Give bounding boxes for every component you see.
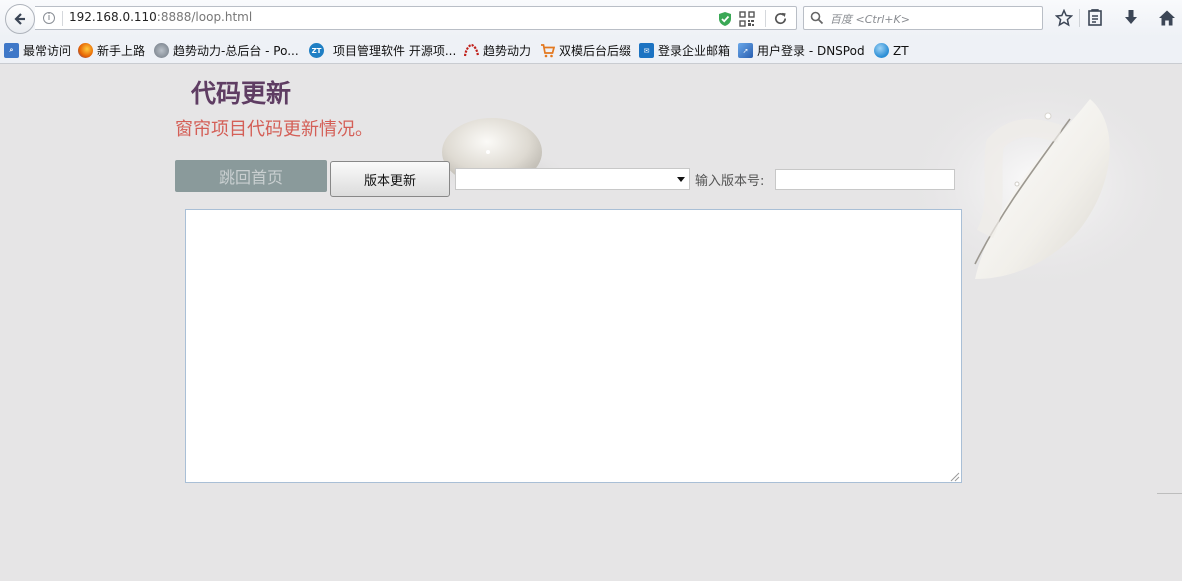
- page-title: 代码更新: [191, 79, 292, 108]
- bookmark-label: 趋势动力-总后台 - Po...: [173, 44, 299, 58]
- back-arrow-icon: [14, 13, 25, 25]
- version-number-label: 输入版本号:: [695, 174, 765, 189]
- bookmark-label: 项目管理软件 开源项...: [333, 44, 457, 58]
- back-to-home-button[interactable]: 跳回首页: [175, 160, 327, 192]
- bookmark-trend[interactable]: 趋势动力: [464, 42, 531, 59]
- bookmark-zt[interactable]: ZT: [874, 42, 909, 59]
- url-path: :8888/loop.html: [156, 10, 253, 24]
- back-button[interactable]: [5, 4, 35, 34]
- url-text[interactable]: 192.168.0.110:8888/loop.html: [69, 10, 252, 24]
- page-subtitle: 窗帘项目代码更新情况。: [175, 119, 373, 140]
- bookmark-label: 新手上路: [97, 44, 146, 58]
- version-select[interactable]: [455, 168, 690, 190]
- chevron-down-icon: [677, 177, 685, 182]
- cart-icon: [540, 43, 555, 58]
- bookmark-label: 最常访问: [23, 44, 72, 58]
- dnspod-icon: ➚: [738, 43, 753, 58]
- firefox-icon: [78, 43, 93, 58]
- reading-list-icon[interactable]: [1087, 9, 1103, 27]
- bookmark-dnspod[interactable]: ➚ 用户登录 - DNSPod: [738, 42, 865, 59]
- version-update-button[interactable]: 版本更新: [330, 161, 450, 197]
- page-divider-line: [1157, 493, 1182, 494]
- globe-icon: [154, 43, 169, 58]
- star-icon[interactable]: [1055, 9, 1073, 27]
- url-divider: [62, 11, 63, 26]
- search-icon: [810, 11, 824, 25]
- reload-icon[interactable]: [773, 11, 788, 26]
- search-bar[interactable]: 百度 <Ctrl+K>: [803, 6, 1043, 30]
- site-info-icon[interactable]: i: [43, 12, 55, 24]
- mail-icon: ✉: [639, 43, 654, 58]
- download-icon[interactable]: [1123, 9, 1139, 27]
- browser-toolbar: i 192.168.0.110:8888/loop.html 百度 <Ctrl+…: [0, 0, 1182, 37]
- address-bar[interactable]: i 192.168.0.110:8888/loop.html: [35, 6, 797, 30]
- url-divider-2: [765, 10, 766, 27]
- update-log-textarea[interactable]: [185, 209, 962, 483]
- bookmark-getting-started[interactable]: 新手上路: [78, 42, 145, 59]
- toolbar-divider: [1079, 9, 1080, 27]
- resize-grip-icon[interactable]: [948, 470, 960, 482]
- bookmark-folder-icon: ⌕: [4, 43, 19, 58]
- shield-icon[interactable]: [718, 11, 732, 27]
- bookmark-label: 登录企业邮箱: [658, 44, 731, 58]
- search-placeholder: 百度 <Ctrl+K>: [830, 13, 910, 26]
- bookmark-project-mgmt[interactable]: ZT 项目管理软件 开源项...: [309, 42, 456, 59]
- version-number-input[interactable]: [775, 169, 955, 190]
- bookmark-trend-admin[interactable]: 趋势动力-总后台 - Po...: [154, 42, 299, 59]
- bookmark-label: 趋势动力: [483, 44, 532, 58]
- bookmark-label: ZT: [893, 43, 909, 58]
- bookmark-dual-admin[interactable]: 双模后台后缀: [540, 42, 631, 59]
- page-content: 代码更新 窗帘项目代码更新情况。 跳回首页 版本更新 输入版本号:: [0, 64, 1182, 581]
- bookmarks-bar: ⌕ 最常访问 新手上路 趋势动力-总后台 - Po... ZT 项目管理软件 开…: [0, 37, 1182, 64]
- url-host: 192.168.0.110: [69, 10, 157, 24]
- bookmark-label: 用户登录 - DNSPod: [757, 44, 865, 58]
- qr-code-icon[interactable]: [739, 11, 755, 27]
- trend-logo-icon: [464, 43, 479, 58]
- bookmark-most-visited[interactable]: ⌕ 最常访问: [4, 42, 71, 59]
- zt-globe-icon: [874, 43, 889, 58]
- home-icon[interactable]: [1158, 9, 1176, 27]
- bookmark-label: 双模后台后缀: [559, 44, 632, 58]
- zentao-icon: ZT: [309, 43, 324, 58]
- bookmark-enterprise-mail[interactable]: ✉ 登录企业邮箱: [639, 42, 730, 59]
